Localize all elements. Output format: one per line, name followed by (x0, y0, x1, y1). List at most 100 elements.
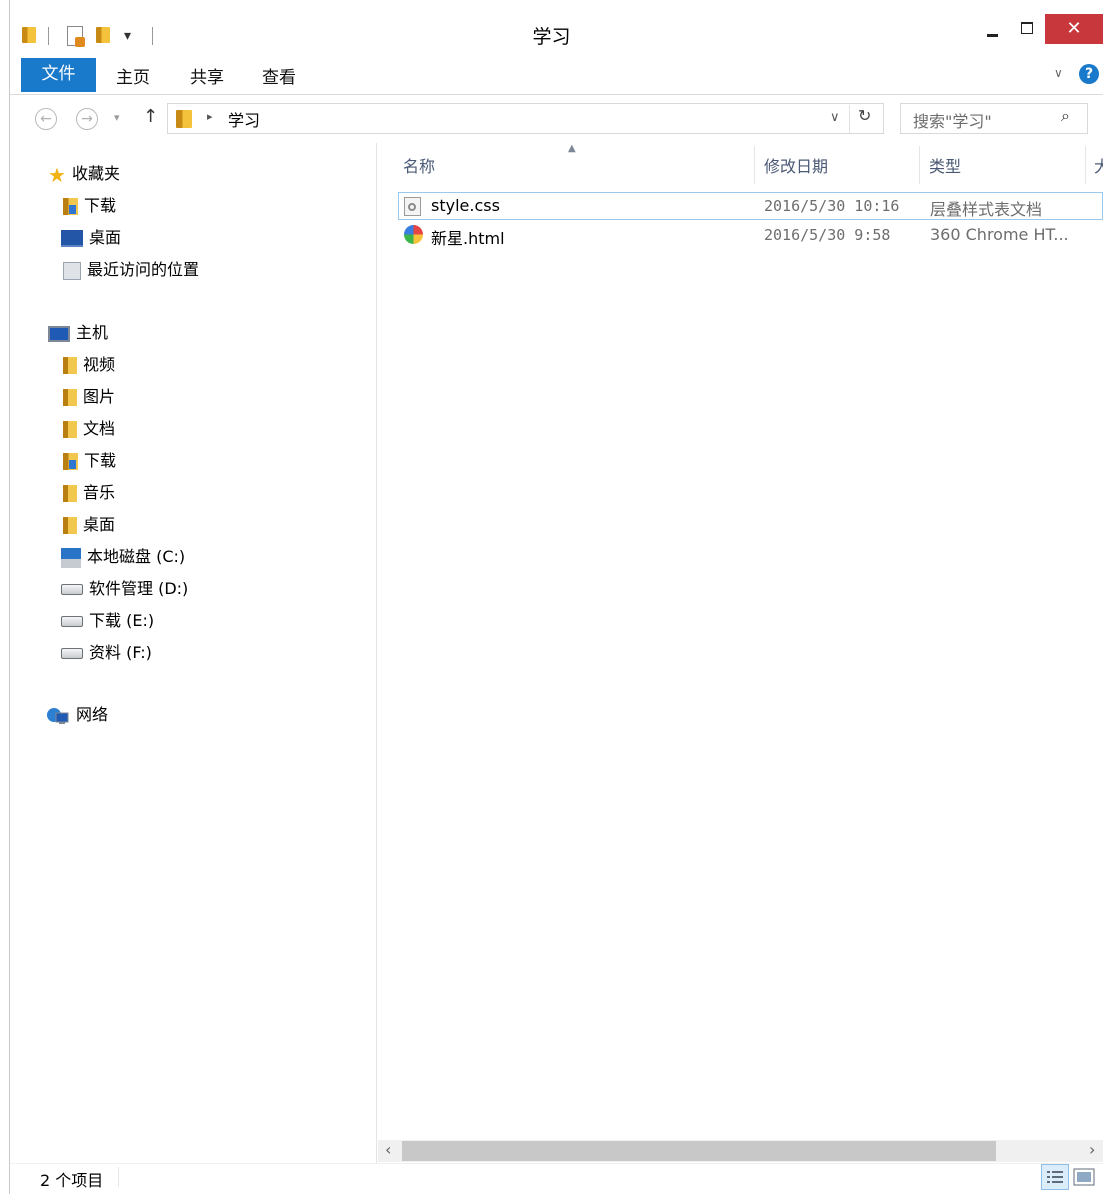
ribbon-bar (10, 58, 1103, 95)
nav-computer[interactable]: 主机 (48, 321, 108, 345)
nav-item-videos[interactable]: 视频 (63, 353, 115, 377)
scroll-left-icon[interactable]: ‹ (385, 1140, 391, 1159)
nav-item-drive-d[interactable]: 软件管理 (D:) (61, 577, 188, 601)
refresh-icon[interactable]: ↻ (858, 106, 871, 125)
nav-item-label: 桌面 (83, 515, 116, 534)
nav-item-music[interactable]: 音乐 (63, 481, 115, 505)
recent-locations-chevron-icon[interactable]: ▾ (114, 111, 120, 124)
folder-icon (176, 110, 192, 128)
address-bar[interactable] (167, 103, 884, 134)
nav-item-label: 桌面 (89, 228, 122, 247)
details-view-icon (1047, 1171, 1063, 1183)
close-icon: ✕ (1066, 18, 1082, 39)
nav-item-label: 下载 (E:) (89, 611, 155, 630)
forward-button[interactable]: → (76, 108, 98, 130)
search-icon[interactable]: ⌕ (1061, 106, 1070, 126)
chrome-html-file-icon (404, 225, 423, 244)
file-name[interactable]: style.css (431, 196, 500, 215)
breadcrumb-current[interactable]: 学习 (228, 107, 260, 131)
column-header-size[interactable]: 大 (1094, 153, 1103, 177)
nav-item-label: 本地磁盘 (C:) (87, 547, 186, 566)
local-disk-icon (61, 547, 81, 568)
nav-item-drive-c[interactable]: 本地磁盘 (C:) (61, 545, 185, 569)
nav-network-label: 网络 (76, 705, 109, 724)
column-separator[interactable] (919, 146, 920, 184)
nav-item-drive-e[interactable]: 下载 (E:) (61, 609, 154, 633)
videos-folder-icon (63, 357, 77, 374)
nav-item-downloads-pc[interactable]: 下载 (63, 449, 116, 473)
up-arrow-icon: ↑ (143, 106, 159, 127)
star-icon: ★ (48, 162, 66, 187)
column-header-type[interactable]: 类型 (929, 153, 961, 177)
nav-item-label: 软件管理 (D:) (89, 579, 189, 598)
minimize-button[interactable] (976, 14, 1010, 44)
nav-item-label: 音乐 (83, 483, 116, 502)
nav-network[interactable]: 网络 (46, 703, 108, 727)
nav-item-label: 视频 (83, 355, 116, 374)
desktop-icon (61, 230, 83, 247)
pane-divider[interactable] (376, 143, 377, 1163)
back-arrow-icon: ← (40, 111, 52, 127)
maximize-button[interactable] (1010, 14, 1044, 44)
window-title: 学习 (532, 26, 571, 48)
address-divider (849, 105, 850, 133)
nav-item-label: 图片 (83, 387, 116, 406)
large-icons-view-button[interactable] (1073, 1168, 1095, 1186)
column-header-name[interactable]: 名称 (403, 153, 435, 177)
nav-item-documents[interactable]: 文档 (63, 417, 115, 441)
nav-favorites[interactable]: ★ 收藏夹 (48, 162, 120, 187)
drive-icon (61, 648, 83, 659)
column-separator[interactable] (754, 146, 755, 184)
nav-item-downloads[interactable]: 下载 (63, 194, 116, 218)
address-dropdown-icon[interactable]: ∨ (830, 110, 840, 125)
music-folder-icon (63, 485, 77, 502)
nav-computer-label: 主机 (76, 323, 109, 342)
nav-item-desktop-pc[interactable]: 桌面 (63, 513, 115, 537)
documents-folder-icon (63, 421, 77, 438)
chevron-down-icon[interactable]: ∨ (1054, 66, 1063, 80)
nav-item-label: 下载 (84, 451, 117, 470)
desktop-folder-icon (63, 517, 77, 534)
status-divider (118, 1167, 119, 1187)
file-modified: 2016/5/30 9:58 (764, 226, 891, 244)
nav-item-label: 资料 (F:) (89, 643, 152, 662)
drive-icon (61, 616, 83, 627)
file-type: 360 Chrome HT... (930, 225, 1069, 244)
recent-places-icon (63, 261, 81, 280)
computer-icon (48, 325, 70, 342)
scroll-right-icon[interactable]: › (1089, 1140, 1095, 1159)
nav-item-drive-f[interactable]: 资料 (F:) (61, 641, 152, 665)
back-button[interactable]: ← (35, 108, 57, 130)
large-icons-view-icon (1073, 1168, 1095, 1186)
column-separator[interactable] (1085, 146, 1086, 184)
nav-item-desktop[interactable]: 桌面 (61, 226, 121, 250)
close-button[interactable]: ✕ (1045, 14, 1103, 44)
tab-share[interactable]: 共享 (190, 63, 224, 88)
help-icon[interactable]: ? (1079, 64, 1099, 84)
download-folder-icon (63, 198, 78, 215)
sort-ascending-icon: ▲ (568, 143, 576, 154)
tab-file[interactable]: 文件 (21, 58, 96, 92)
status-bar (10, 1163, 1103, 1195)
column-header-modified[interactable]: 修改日期 (764, 153, 828, 177)
drive-icon (61, 584, 83, 595)
nav-item-label: 最近访问的位置 (87, 260, 200, 279)
tab-home[interactable]: 主页 (116, 63, 150, 88)
forward-arrow-icon: → (81, 111, 93, 127)
file-name[interactable]: 新星.html (431, 225, 505, 249)
nav-item-label: 下载 (84, 196, 117, 215)
file-type: 层叠样式表文档 (930, 200, 1043, 219)
up-button[interactable]: ↑ (143, 106, 158, 127)
nav-item-label: 文档 (83, 419, 116, 438)
nav-item-pictures[interactable]: 图片 (63, 385, 115, 409)
breadcrumb-separator-icon[interactable]: ▸ (207, 110, 213, 123)
nav-favorites-label: 收藏夹 (71, 164, 120, 183)
nav-item-recent-places[interactable]: 最近访问的位置 (63, 258, 199, 282)
css-file-icon (404, 197, 421, 216)
search-placeholder: 搜索"学习" (913, 112, 992, 131)
scrollbar-thumb[interactable] (402, 1141, 996, 1161)
pictures-folder-icon (63, 389, 77, 406)
details-view-button[interactable] (1041, 1164, 1069, 1190)
tab-view[interactable]: 查看 (262, 63, 296, 88)
file-modified: 2016/5/30 10:16 (764, 197, 900, 215)
